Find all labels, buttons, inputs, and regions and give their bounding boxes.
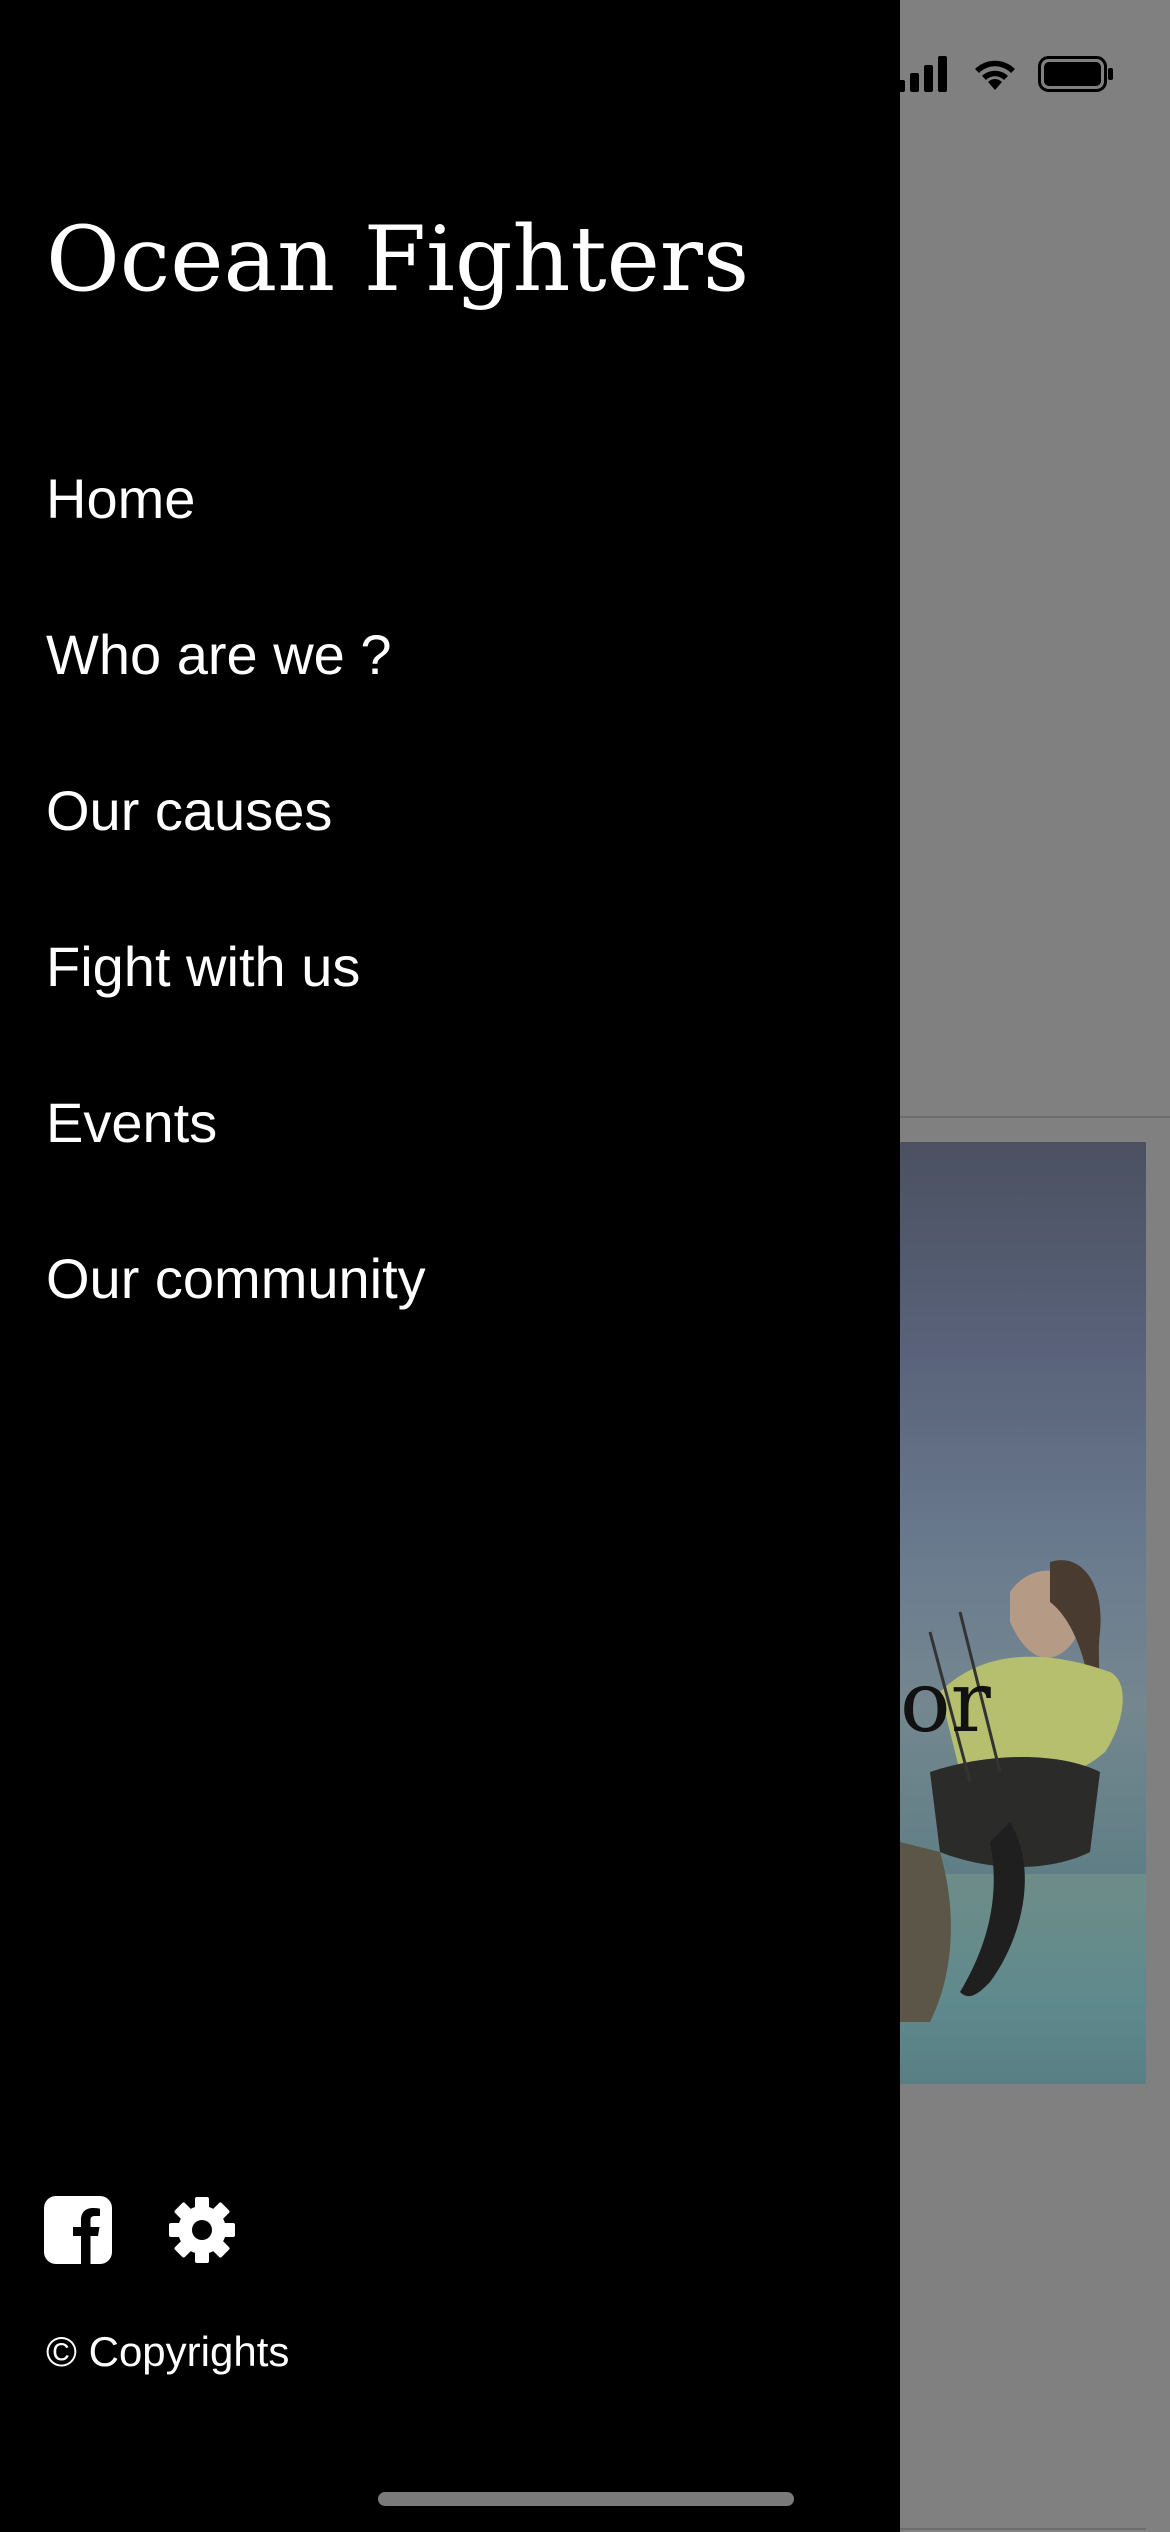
menu-item-our-community[interactable]: Our community	[46, 1200, 426, 1356]
wifi-icon	[975, 60, 1015, 90]
page-divider	[900, 1116, 1170, 1118]
battery-icon	[1038, 56, 1113, 92]
drawer-menu: Home Who are we ? Our causes Fight with …	[46, 420, 426, 1356]
kitesurfer-figure	[900, 1560, 1123, 2022]
menu-item-events[interactable]: Events	[46, 1044, 426, 1200]
navigation-drawer: Ocean Fighters Home Who are we ? Our cau…	[0, 0, 900, 2532]
facebook-button[interactable]	[44, 2196, 112, 2264]
hero-image	[900, 1142, 1146, 2084]
facebook-icon	[44, 2196, 112, 2264]
menu-item-who-are-we[interactable]: Who are we ?	[46, 576, 426, 732]
home-indicator[interactable]	[378, 2492, 794, 2506]
menu-item-home[interactable]: Home	[46, 420, 426, 576]
cellular-signal-icon	[896, 56, 947, 92]
hero-heading-fragment: or	[900, 1653, 991, 1751]
settings-gear-icon	[169, 2197, 235, 2263]
copyright-text: © Copyrights	[46, 2328, 290, 2375]
app-title: Ocean Fighters	[46, 207, 750, 312]
status-bar	[896, 52, 1114, 96]
settings-button[interactable]	[168, 2196, 236, 2264]
menu-item-fight-with-us[interactable]: Fight with us	[46, 888, 426, 1044]
menu-item-our-causes[interactable]: Our causes	[46, 732, 426, 888]
drawer-footer-icons	[44, 2196, 236, 2264]
page-divider-bottom	[900, 2528, 1146, 2530]
